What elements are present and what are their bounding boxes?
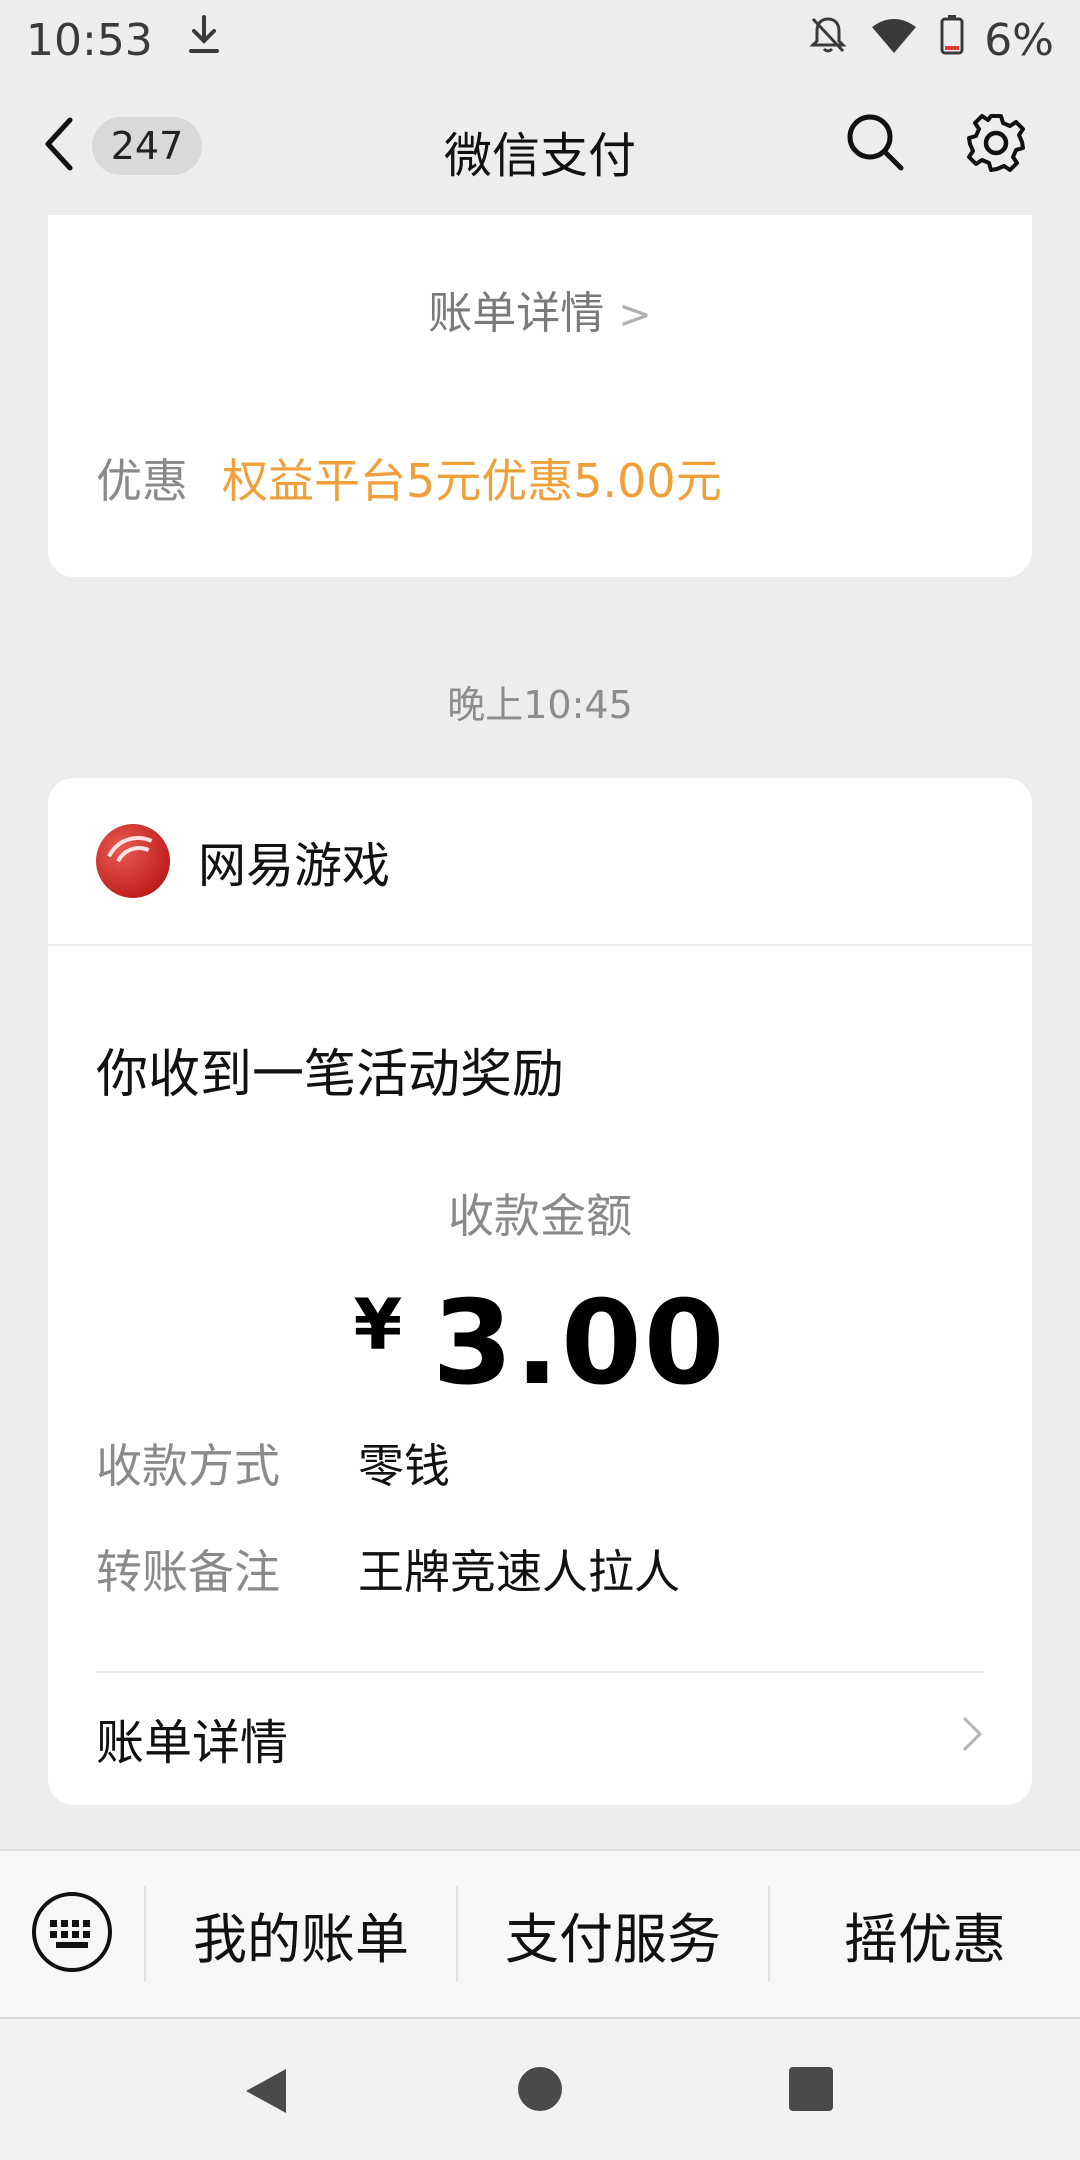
message-timestamp: 晚上10:45 bbox=[447, 683, 633, 727]
search-icon[interactable] bbox=[845, 112, 905, 176]
message-title: 你收到一笔活动奖励 bbox=[96, 1045, 565, 1105]
discount-value: 权益平台5元优惠5.00元 bbox=[222, 454, 722, 508]
bill-detail-label: 账单详情 bbox=[428, 288, 605, 339]
info-row: 收款方式 零钱 bbox=[96, 1430, 450, 1496]
amount-label: 收款金额 bbox=[448, 1189, 632, 1243]
battery-percent: 6% bbox=[984, 14, 1054, 66]
battery-icon bbox=[940, 14, 964, 66]
info-value: 王牌竞速人拉人 bbox=[358, 1545, 680, 1599]
chevron-right-icon bbox=[960, 1711, 984, 1765]
system-recents-icon[interactable] bbox=[789, 2067, 833, 2111]
system-back-icon[interactable] bbox=[244, 2067, 288, 2119]
wifi-icon bbox=[868, 15, 920, 66]
info-label: 收款方式 bbox=[96, 1439, 280, 1493]
merchant-header[interactable]: 网易游戏 bbox=[48, 778, 1032, 946]
merchant-name: 网易游戏 bbox=[198, 838, 391, 894]
menu-item-payment-services[interactable]: 支付服务 bbox=[458, 1895, 768, 1974]
currency-symbol: ¥ bbox=[353, 1284, 405, 1366]
page-title: 微信支付 bbox=[443, 128, 636, 184]
status-time: 10:53 bbox=[26, 14, 153, 66]
chevron-right-icon: > bbox=[618, 292, 652, 338]
system-home-icon[interactable] bbox=[518, 2067, 562, 2111]
keyboard-toggle-button[interactable] bbox=[0, 1851, 144, 2017]
amount-value: 3.00 bbox=[432, 1276, 727, 1411]
bill-detail-link[interactable]: 账单详情 bbox=[96, 1671, 984, 1805]
keyboard-icon bbox=[30, 1890, 114, 1978]
gear-icon[interactable] bbox=[965, 112, 1027, 178]
download-icon bbox=[187, 14, 221, 66]
info-row: 转账备注 王牌竞速人拉人 bbox=[96, 1536, 680, 1602]
payment-message-card[interactable]: 网易游戏 你收到一笔活动奖励 收款金额 ¥3.00 收款方式 零钱 转账备注 王… bbox=[48, 778, 1032, 1805]
previous-bill-detail-link[interactable]: 账单详情 > bbox=[48, 277, 1032, 341]
amount: ¥3.00 bbox=[48, 1276, 1032, 1411]
previous-message-card: 账单详情 > 优惠 权益平台5元优惠5.00元 bbox=[48, 215, 1032, 577]
bell-off-icon bbox=[808, 15, 848, 66]
bill-detail-label: 账单详情 bbox=[96, 1715, 289, 1771]
system-navigation-bar bbox=[0, 2019, 1080, 2160]
info-value: 零钱 bbox=[358, 1439, 450, 1493]
discount-row: 优惠 权益平台5元优惠5.00元 bbox=[96, 445, 722, 511]
netease-logo-icon bbox=[96, 824, 170, 898]
info-label: 转账备注 bbox=[96, 1545, 280, 1599]
bottom-menu-bar: 我的账单 支付服务 摇优惠 bbox=[0, 1849, 1080, 2019]
status-bar: 10:53 6% bbox=[0, 0, 1080, 80]
top-nav-bar: 247 微信支付 bbox=[0, 80, 1080, 215]
discount-label: 优惠 bbox=[96, 454, 188, 508]
menu-item-shake-deals[interactable]: 摇优惠 bbox=[770, 1895, 1080, 1974]
menu-item-my-bills[interactable]: 我的账单 bbox=[146, 1895, 456, 1974]
